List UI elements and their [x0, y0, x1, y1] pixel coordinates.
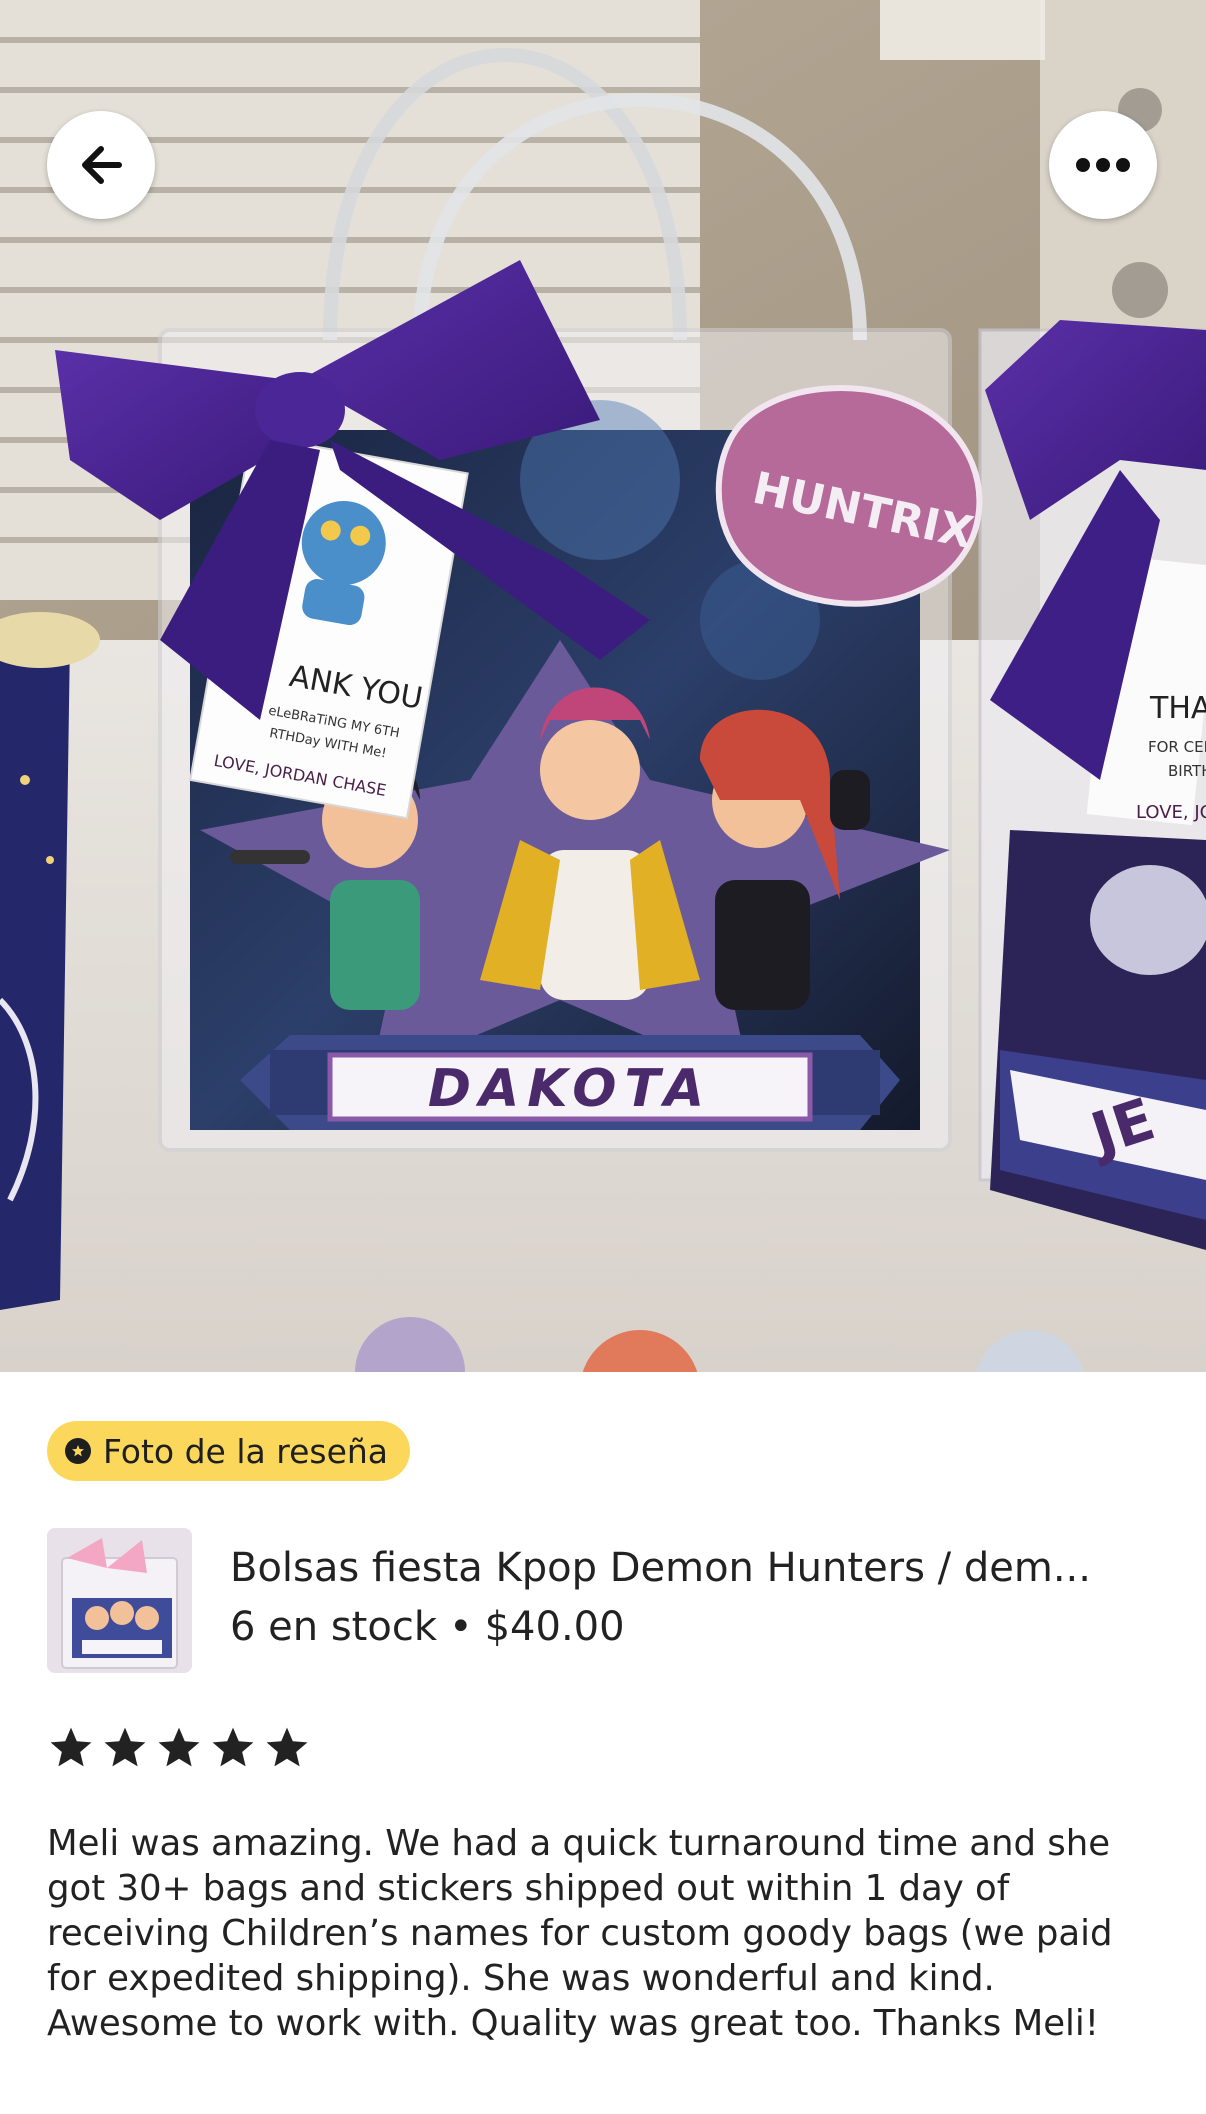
review-photo[interactable]: JE THA FOR CELE BIRTH LOVE, JO	[0, 0, 1206, 1372]
back-button[interactable]	[47, 111, 155, 219]
more-horizontal-icon	[1076, 158, 1130, 172]
svg-text:LOVE, JO: LOVE, JO	[1136, 802, 1206, 823]
review-photo-badge-label: Foto de la reseña	[103, 1431, 389, 1471]
review-text: Meli was amazing. We had a quick turnaro…	[47, 1823, 1113, 2044]
main-goody-bag: DAKOTA HUNTRIX ANK YOU eLeBRaTiNG MY 6TH…	[55, 260, 983, 1152]
svg-text:BIRTH: BIRTH	[1168, 762, 1206, 780]
review-photo-icon	[65, 1438, 91, 1464]
star-icon	[266, 1727, 308, 1767]
listing-price: $40.00	[484, 1604, 625, 1650]
second-goody-bag: JE THA FOR CELE BIRTH LOVE, JO	[978, 320, 1206, 1250]
review-photo-badge: Foto de la reseña	[47, 1421, 411, 1481]
star-icon	[50, 1727, 92, 1767]
meta-separator: •	[449, 1604, 473, 1650]
listing-card[interactable]: Bolsas fiesta Kpop Demon Hunters / dem..…	[47, 1528, 1167, 1674]
review-photo-illustration: JE THA FOR CELE BIRTH LOVE, JO	[0, 0, 1206, 1372]
svg-text:THA: THA	[1149, 691, 1206, 726]
listing-stock: 6 en stock	[230, 1604, 437, 1650]
huntrix-sticker: HUNTRIX	[715, 385, 983, 607]
listing-meta: 6 en stock • $40.00	[230, 1603, 625, 1651]
star-icon	[104, 1727, 146, 1767]
svg-text:FOR CELE: FOR CELE	[1148, 738, 1206, 756]
name-banner: DAKOTA	[240, 1035, 900, 1130]
arrow-left-icon	[82, 146, 122, 184]
star-icon	[158, 1727, 200, 1767]
star-icon	[212, 1727, 254, 1767]
listing-thumbnail[interactable]	[47, 1528, 192, 1673]
more-options-button[interactable]	[1049, 111, 1157, 219]
rating-stars	[47, 1724, 311, 1772]
svg-text:DAKOTA: DAKOTA	[428, 1059, 712, 1119]
listing-title[interactable]: Bolsas fiesta Kpop Demon Hunters / dem..…	[230, 1544, 1160, 1592]
